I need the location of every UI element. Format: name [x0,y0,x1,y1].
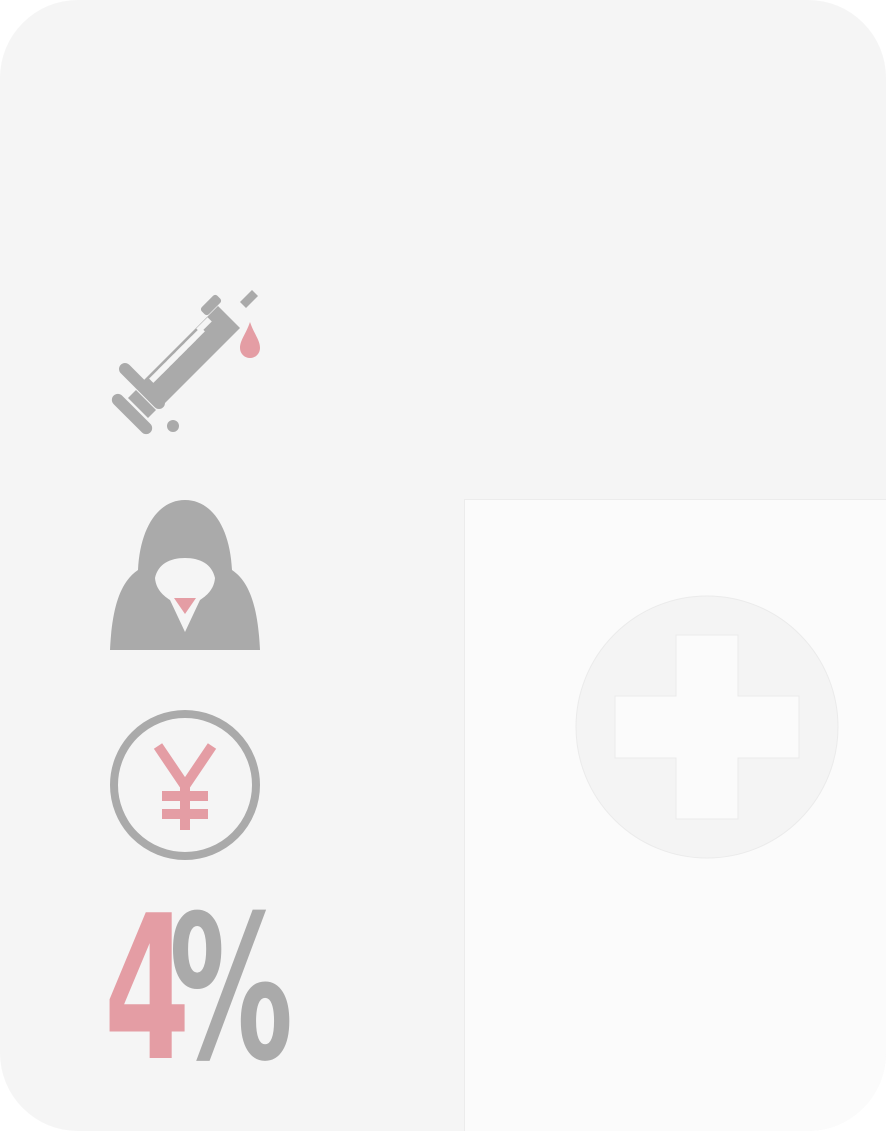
yen-coin-icon [110,710,260,860]
syringe-icon [111,290,260,435]
percentage-stat: 4% [104,890,293,1090]
percentage-sign: % [169,873,293,1106]
infographic-card: 4% [0,0,886,1131]
hooded-figure-icon [110,500,260,650]
medical-cross-icon [575,595,839,859]
right-panel [464,499,886,1131]
